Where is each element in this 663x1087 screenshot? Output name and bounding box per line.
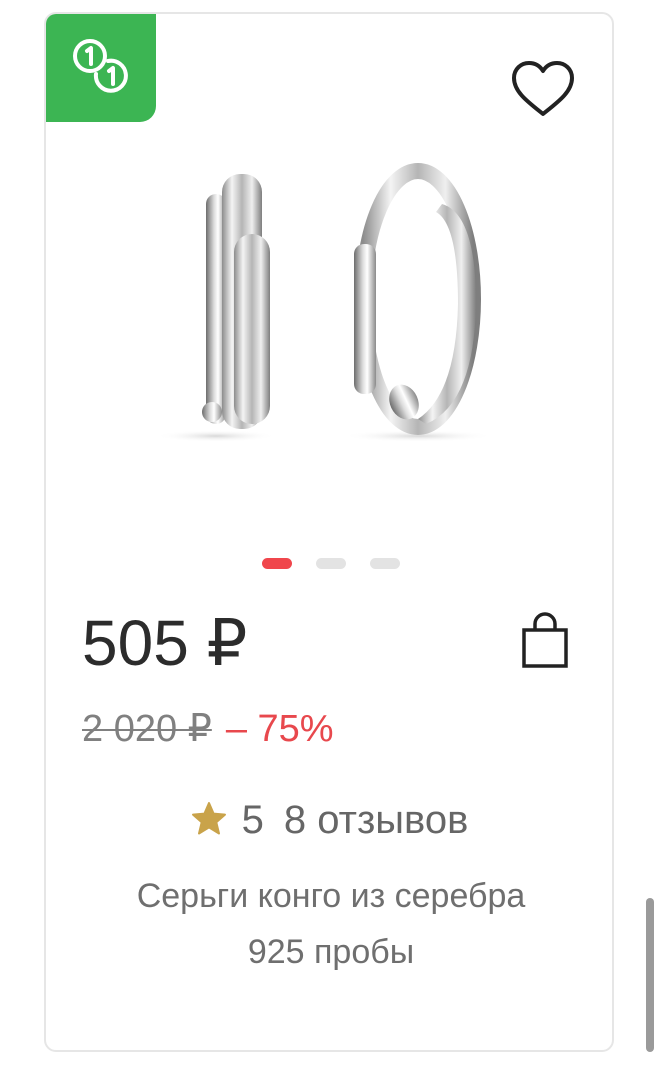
scrollbar[interactable]: [646, 898, 654, 1052]
product-card[interactable]: 505 ₽ 2 020 ₽ – 75% 5 8 отзывов Серьги кон…: [44, 12, 614, 1052]
current-price: 505 ₽: [82, 607, 248, 679]
product-title[interactable]: Серьги конго из серебра 925 пробы: [106, 868, 556, 980]
star-icon: [191, 802, 226, 835]
coins-cashback-icon: [73, 39, 128, 93]
rating-value: 5: [241, 798, 264, 842]
gallery-dot-3[interactable]: [370, 558, 400, 569]
discount-badge: – 75%: [225, 708, 334, 750]
product-image[interactable]: [156, 154, 496, 474]
gallery-pagination: [46, 558, 612, 572]
add-to-cart-button[interactable]: [520, 612, 570, 670]
old-price-row: 2 020 ₽ – 75%: [82, 706, 334, 752]
old-price: 2 020 ₽: [82, 708, 212, 750]
gallery-dot-2[interactable]: [316, 558, 346, 569]
shopping-bag-icon: [522, 612, 568, 668]
gallery-dot-1[interactable]: [262, 558, 292, 569]
reviews-link[interactable]: 8 отзывов: [284, 798, 468, 842]
rating-row: 5 8 отзывов: [46, 794, 612, 846]
favorite-button[interactable]: [508, 58, 578, 122]
heart-outline-icon: [512, 61, 574, 116]
cashback-badge: [46, 14, 156, 122]
